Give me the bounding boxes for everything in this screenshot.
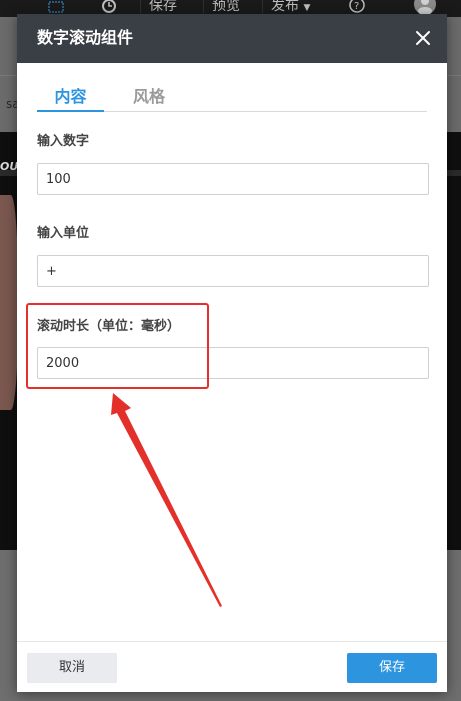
number-scroll-dialog: 数字滚动组件 内容 风格 输入数字 输入单位 滚动时长（单位：毫秒） 取消 保存 bbox=[17, 14, 447, 692]
save-button[interactable]: 保存 bbox=[347, 653, 437, 683]
unit-label: 输入单位 bbox=[37, 226, 90, 241]
image-face-fragment bbox=[0, 195, 18, 410]
close-icon[interactable] bbox=[413, 28, 433, 48]
number-label: 输入数字 bbox=[37, 134, 90, 149]
tab-style[interactable]: 风格 bbox=[133, 84, 165, 112]
dialog-title: 数字滚动组件 bbox=[37, 28, 134, 47]
image-text-fragment: OU bbox=[0, 160, 19, 173]
duration-input[interactable] bbox=[37, 347, 429, 379]
dialog-tabs: 内容 风格 bbox=[37, 84, 427, 112]
cancel-button[interactable]: 取消 bbox=[27, 653, 117, 683]
dialog-footer: 取消 保存 bbox=[17, 641, 447, 692]
svg-text:?: ? bbox=[354, 1, 359, 12]
caret-down-icon: ▼ bbox=[303, 3, 311, 13]
number-input[interactable] bbox=[37, 163, 429, 195]
tab-content[interactable]: 内容 bbox=[37, 84, 104, 112]
unit-input[interactable] bbox=[37, 255, 429, 287]
topbar-publish-label: 发布 bbox=[271, 0, 299, 14]
dialog-header: 数字滚动组件 bbox=[17, 14, 447, 63]
duration-label: 滚动时长（单位：毫秒） bbox=[37, 319, 181, 334]
